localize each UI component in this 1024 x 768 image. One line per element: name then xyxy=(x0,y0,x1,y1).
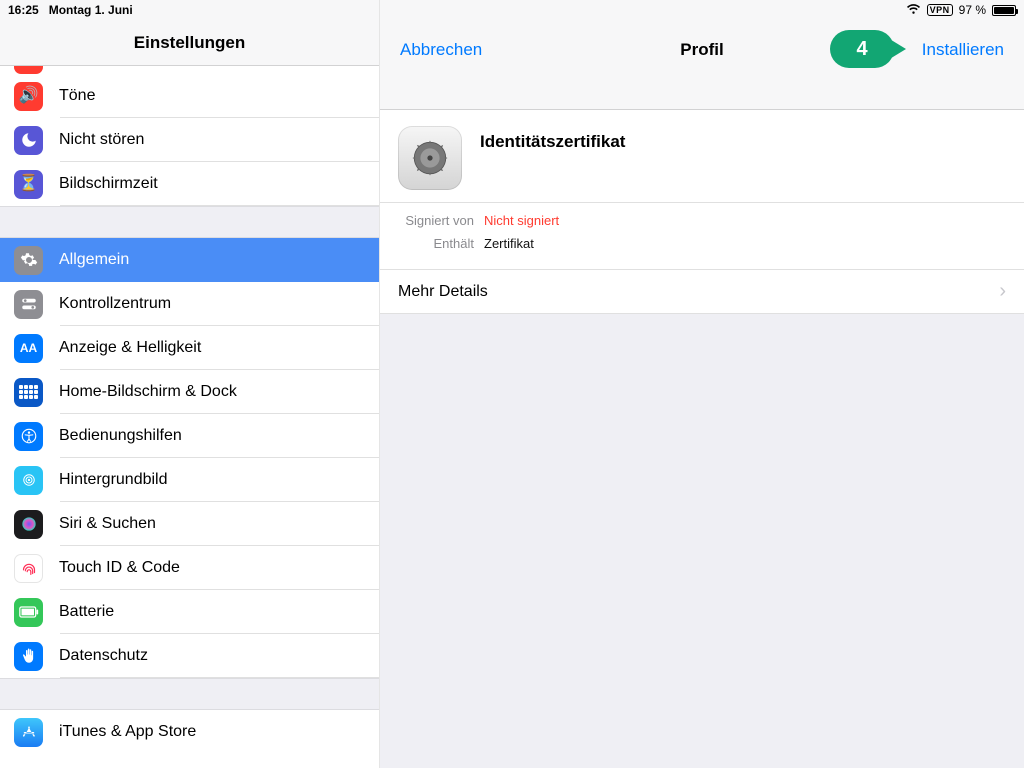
profile-gear-icon xyxy=(398,126,462,190)
fingerprint-icon xyxy=(14,554,43,583)
group-separator xyxy=(0,678,379,710)
install-button[interactable]: Installieren xyxy=(922,40,1004,60)
sidebar-item-screentime[interactable]: ⏳ Bildschirmzeit xyxy=(0,162,379,206)
hourglass-icon: ⏳ xyxy=(14,170,43,199)
sidebar-item-label: iTunes & App Store xyxy=(59,723,196,741)
sidebar-item-label: Töne xyxy=(59,87,95,105)
sidebar-item-accessibility[interactable]: Bedienungshilfen xyxy=(0,414,379,458)
wallpaper-icon xyxy=(14,466,43,495)
sidebar-item-label: Siri & Suchen xyxy=(59,515,156,533)
sidebar-title: Einstellungen xyxy=(134,33,245,65)
gear-icon xyxy=(14,246,43,275)
sidebar-item-control-center[interactable]: Kontrollzentrum xyxy=(0,282,379,326)
sounds-icon: 🔊 xyxy=(14,82,43,111)
profile-name: Identitätszertifikat xyxy=(480,132,625,152)
sidebar-item-label: Batterie xyxy=(59,603,114,621)
battery-icon xyxy=(14,598,43,627)
vpn-icon: VPN xyxy=(927,4,953,16)
sidebar-item-label: Home-Bildschirm & Dock xyxy=(59,383,237,401)
contains-label: Enthält xyxy=(398,236,474,251)
profile-meta: Signiert von Nicht signiert Enthält Zert… xyxy=(380,203,1024,270)
sidebar-item-wallpaper[interactable]: Hintergrundbild xyxy=(0,458,379,502)
switches-icon xyxy=(14,290,43,319)
callout-badge: 4 xyxy=(830,30,894,68)
sidebar-item-label: Bedienungshilfen xyxy=(59,427,182,445)
contains-value: Zertifikat xyxy=(484,236,534,251)
sidebar-item-privacy[interactable]: Datenschutz xyxy=(0,634,379,678)
more-details-row[interactable]: Mehr Details › xyxy=(380,270,1024,314)
sidebar-item-dnd[interactable]: Nicht stören xyxy=(0,118,379,162)
sidebar-item-appstore[interactable]: iTunes & App Store xyxy=(0,710,379,754)
hand-icon xyxy=(14,642,43,671)
battery-percent: 97 % xyxy=(959,3,986,17)
grid-icon xyxy=(14,378,43,407)
siri-icon xyxy=(14,510,43,539)
sidebar-item-label: Touch ID & Code xyxy=(59,559,180,577)
sidebar-item-siri[interactable]: Siri & Suchen xyxy=(0,502,379,546)
group-separator xyxy=(0,206,379,238)
accessibility-icon xyxy=(14,422,43,451)
appstore-icon xyxy=(14,718,43,747)
sidebar-item-label: Allgemein xyxy=(59,251,129,269)
settings-sidebar: Einstellungen 🔊 Töne Nicht stören ⏳ xyxy=(0,0,380,768)
status-bar: 16:25 Montag 1. Juni VPN 97 % xyxy=(0,0,1024,20)
sidebar-item-label: Anzeige & Helligkeit xyxy=(59,339,201,357)
status-time: 16:25 xyxy=(8,3,39,17)
wifi-icon xyxy=(906,4,921,16)
sidebar-item-label: Bildschirmzeit xyxy=(59,175,158,193)
cancel-button[interactable]: Abbrechen xyxy=(400,40,482,60)
sidebar-item-homescreen[interactable]: Home-Bildschirm & Dock xyxy=(0,370,379,414)
aa-icon: AA xyxy=(14,334,43,363)
signed-by-label: Signiert von xyxy=(398,213,474,228)
sidebar-item-general[interactable]: Allgemein xyxy=(0,238,379,282)
callout-number: 4 xyxy=(856,38,867,61)
detail-panel: Abbrechen Profil Installieren 4 Identitä… xyxy=(380,0,1024,768)
sidebar-item-label: Kontrollzentrum xyxy=(59,295,171,313)
sidebar-item-sounds[interactable]: 🔊 Töne xyxy=(0,74,379,118)
more-details-label: Mehr Details xyxy=(398,283,488,301)
sidebar-item-partial[interactable] xyxy=(0,66,379,74)
profile-card: Identitätszertifikat xyxy=(380,110,1024,203)
signed-by-value: Nicht signiert xyxy=(484,213,559,228)
sidebar-item-label: Hintergrundbild xyxy=(59,471,168,489)
moon-icon xyxy=(14,126,43,155)
battery-icon xyxy=(992,5,1016,16)
sidebar-item-label: Nicht stören xyxy=(59,131,144,149)
sidebar-item-display[interactable]: AA Anzeige & Helligkeit xyxy=(0,326,379,370)
chevron-right-icon: › xyxy=(999,280,1006,303)
sidebar-item-label: Datenschutz xyxy=(59,647,148,665)
sidebar-item-touchid[interactable]: Touch ID & Code xyxy=(0,546,379,590)
sidebar-item-battery[interactable]: Batterie xyxy=(0,590,379,634)
detail-title: Profil xyxy=(680,40,723,60)
status-date: Montag 1. Juni xyxy=(49,3,133,17)
